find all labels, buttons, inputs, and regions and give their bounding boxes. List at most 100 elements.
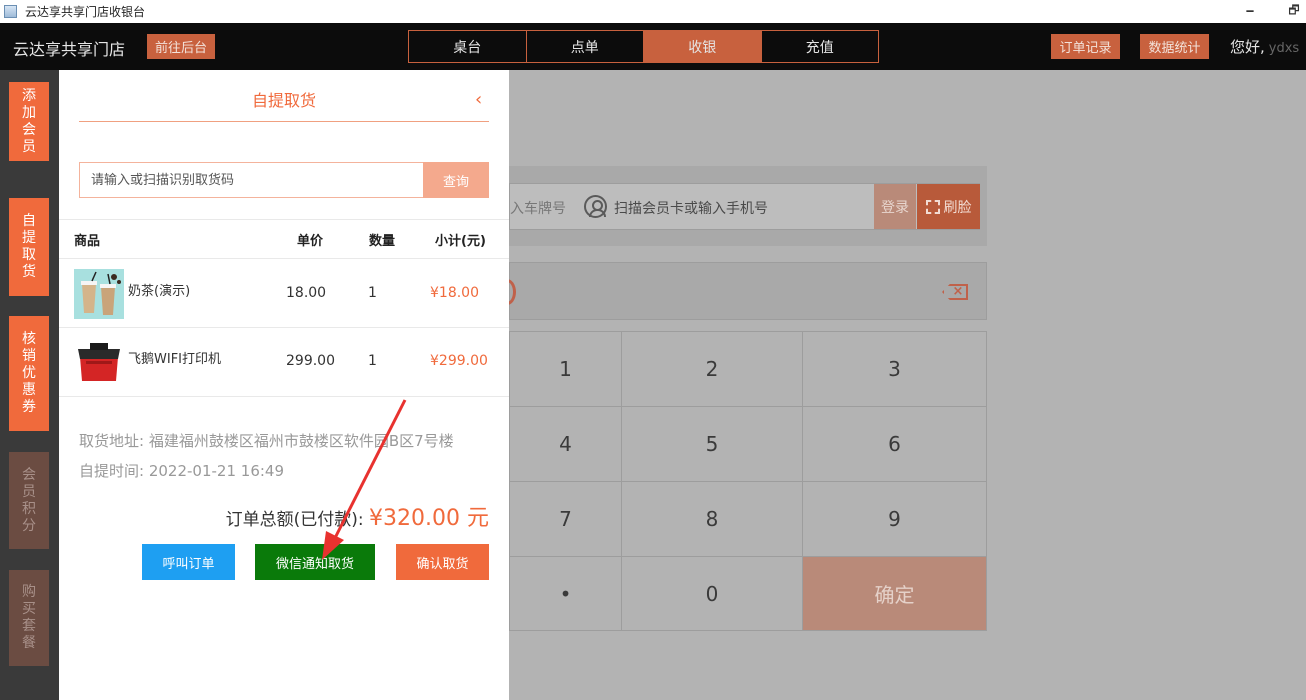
- confirm-pickup-button[interactable]: 确认取货: [396, 544, 489, 580]
- item-name: 奶茶(演示): [128, 284, 191, 299]
- sidebar-self-pickup[interactable]: 自 提 取 货: [9, 198, 49, 296]
- item-qty: 1: [368, 353, 377, 369]
- top-app-bar: 云达享共享门店 前往后台 桌台 点单 收银 充值 订单记录 数据统计 您好, yd…: [0, 23, 1306, 70]
- username: ydxs: [1268, 41, 1300, 56]
- member-user-icon: [584, 195, 607, 218]
- sidebar-label-char: 分: [22, 517, 36, 534]
- restore-button[interactable]: 🗗: [1284, 2, 1304, 20]
- key-6[interactable]: 6: [802, 406, 987, 482]
- face-scan-icon: [925, 199, 940, 214]
- minimize-button[interactable]: 🗕: [1240, 2, 1260, 20]
- item-qty: 1: [368, 285, 377, 301]
- pickup-time: 自提时间: 2022-01-21 16:49: [79, 460, 284, 481]
- sidebar-buy-package[interactable]: 购 买 套 餐: [9, 570, 49, 666]
- pickup-address: 取货地址: 福建福州鼓楼区福州市鼓楼区软件园B区7号楼: [79, 430, 454, 451]
- sidebar-label-char: 货: [22, 264, 36, 280]
- amount-display: [509, 262, 987, 320]
- sidebar-member-points[interactable]: 会 员 积 分: [9, 452, 49, 549]
- key-0[interactable]: 0: [621, 556, 803, 631]
- sidebar-label-char: 销: [22, 348, 36, 364]
- sidebar-label-char: 购: [22, 584, 36, 600]
- login-button[interactable]: 登录: [874, 184, 916, 229]
- key-9[interactable]: 9: [802, 481, 987, 557]
- item-subtotal: ¥18.00: [430, 285, 479, 301]
- window-title-bar: 云达享共享门店收银台 🗕 🗗: [0, 0, 1306, 23]
- order-total: 订单总额(已付款): ¥320.00 元: [226, 500, 489, 532]
- greeting-text: 您好,: [1230, 38, 1265, 56]
- sidebar-label-char: 员: [22, 138, 36, 155]
- key-dot[interactable]: •: [509, 556, 622, 631]
- backspace-x-icon: ×: [952, 283, 964, 299]
- col-header-qty: 数量: [369, 234, 396, 249]
- pickup-time-label: 自提时间:: [79, 462, 145, 480]
- main-tabs: 桌台 点单 收银 充值: [408, 30, 879, 63]
- member-card-input[interactable]: 扫描会员卡或输入手机号: [614, 198, 768, 218]
- sidebar-label-char: 券: [22, 399, 36, 415]
- pickup-address-value: 福建福州鼓楼区福州市鼓楼区软件园B区7号楼: [148, 432, 454, 450]
- table-divider: [59, 258, 509, 259]
- wechat-notify-pickup-button[interactable]: 微信通知取货: [255, 544, 375, 580]
- sidebar-label-char: 优: [22, 365, 36, 381]
- pickup-code-input[interactable]: [79, 162, 423, 198]
- col-header-product: 商品: [74, 234, 101, 249]
- go-to-admin-button[interactable]: 前往后台: [147, 34, 215, 59]
- col-header-price: 单价: [297, 234, 324, 249]
- item-price: 18.00: [286, 285, 327, 301]
- left-sidebar: 添 加 会 员 自 提 取 货 核 销 优 惠 券 会 员 积 分 购 买 套 …: [0, 70, 59, 700]
- order-records-button[interactable]: 订单记录: [1051, 34, 1120, 59]
- order-total-amount: ¥320.00 元: [369, 506, 489, 531]
- col-header-subtotal: 小计(元): [435, 234, 486, 249]
- key-5[interactable]: 5: [621, 406, 803, 482]
- call-order-button[interactable]: 呼叫订单: [142, 544, 235, 580]
- key-1[interactable]: 1: [509, 331, 622, 407]
- order-total-label: 订单总额(已付款):: [225, 510, 364, 530]
- window-title: 云达享共享门店收银台: [25, 5, 146, 19]
- sidebar-label-char: 提: [22, 230, 36, 246]
- key-8[interactable]: 8: [621, 481, 803, 557]
- sidebar-redeem-coupon[interactable]: 核 销 优 惠 券: [9, 316, 49, 431]
- milk-tea-image: [74, 269, 124, 319]
- face-pay-button[interactable]: 刷脸: [917, 184, 980, 229]
- sidebar-label-char: 套: [22, 618, 36, 634]
- item-subtotal: ¥299.00: [430, 353, 488, 369]
- sidebar-label-char: 惠: [22, 382, 36, 398]
- item-price: 299.00: [286, 353, 335, 369]
- app-window-icon: [4, 5, 17, 18]
- sidebar-label-char: 员: [22, 483, 36, 500]
- data-stats-button[interactable]: 数据统计: [1140, 34, 1209, 59]
- sidebar-label-char: 会: [22, 466, 36, 483]
- sidebar-label-char: 会: [22, 121, 36, 138]
- sidebar-label-char: 加: [22, 104, 36, 121]
- table-divider: [59, 396, 509, 397]
- sidebar-label-char: 核: [22, 331, 36, 347]
- query-button[interactable]: 查询: [423, 162, 489, 198]
- sidebar-label-char: 添: [22, 87, 36, 104]
- sidebar-label-char: 买: [22, 601, 36, 617]
- store-name: 云达享共享门店: [13, 40, 126, 59]
- user-greeting: 您好, ydxs: [1230, 36, 1299, 57]
- sidebar-label-char: 积: [22, 500, 36, 517]
- tab-checkout[interactable]: 收银: [644, 31, 762, 62]
- tab-order[interactable]: 点单: [527, 31, 644, 62]
- key-3[interactable]: 3: [802, 331, 987, 407]
- keypad-confirm-button[interactable]: 确定: [802, 556, 987, 631]
- tab-tables[interactable]: 桌台: [409, 31, 527, 62]
- sidebar-label-char: 餐: [22, 635, 36, 651]
- printer-image: [74, 337, 124, 387]
- table-divider: [59, 219, 509, 220]
- plate-number-input[interactable]: 入车牌号: [510, 198, 566, 218]
- key-4[interactable]: 4: [509, 406, 622, 482]
- table-divider: [59, 327, 509, 328]
- panel-title: 自提取货: [79, 90, 489, 122]
- numeric-keypad: 1 2 3 4 5 6 7 8 9 • 0 确定: [509, 331, 987, 631]
- chevron-left-icon[interactable]: ‹: [475, 89, 482, 110]
- item-name: 飞鹅WIFI打印机: [128, 352, 221, 367]
- sidebar-label-char: 取: [22, 247, 36, 263]
- face-pay-label: 刷脸: [943, 199, 972, 216]
- sidebar-label-char: 自: [22, 213, 36, 229]
- self-pickup-panel: 自提取货 ‹ 查询 商品 单价 数量 小计(元) 奶茶(演示) 18.00 1 …: [59, 70, 509, 700]
- sidebar-add-member[interactable]: 添 加 会 员: [9, 82, 49, 161]
- key-2[interactable]: 2: [621, 331, 803, 407]
- key-7[interactable]: 7: [509, 481, 622, 557]
- tab-recharge[interactable]: 充值: [762, 31, 879, 62]
